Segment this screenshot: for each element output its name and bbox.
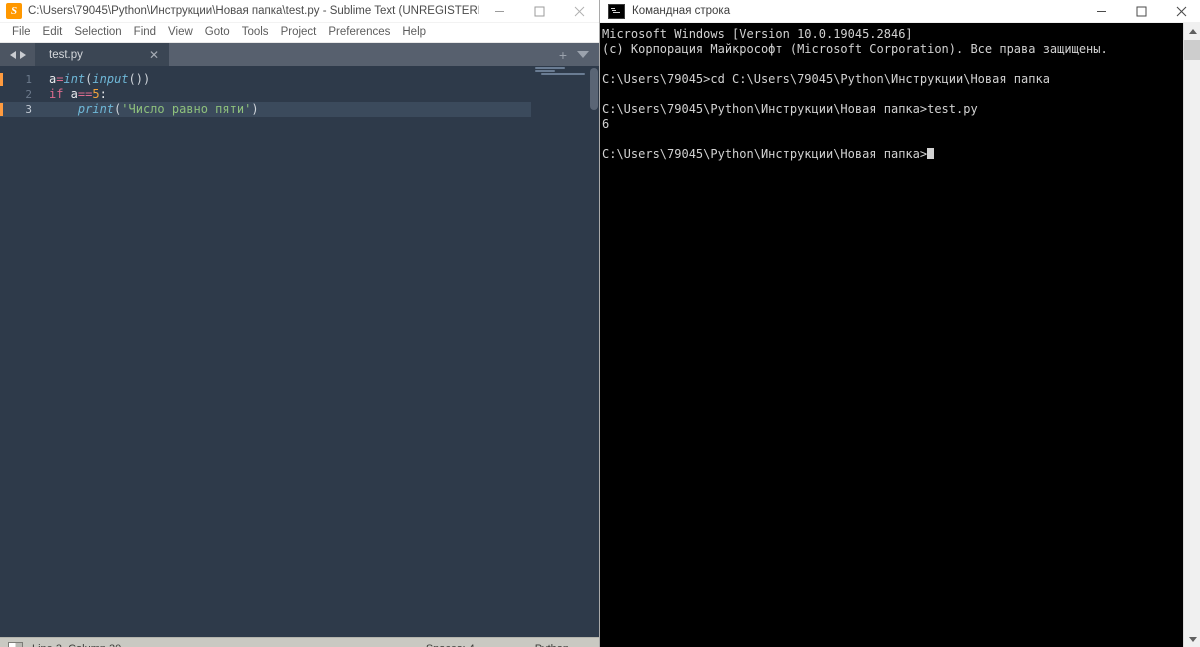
chevron-down-icon[interactable] [577, 51, 589, 58]
cmd-line [602, 87, 1183, 102]
menu-item-help[interactable]: Help [396, 23, 432, 42]
code-token: input [92, 72, 129, 86]
cmd-line: C:\Users\79045\Python\Инструкции\Новая п… [602, 102, 978, 116]
menu-item-find[interactable]: Find [128, 23, 162, 42]
tab-bar-actions: + [559, 43, 599, 66]
tab-test-py[interactable]: test.py ✕ [35, 43, 169, 66]
sublime-window-controls [479, 0, 599, 22]
editor-gutter: 1 2 3 [0, 66, 40, 637]
indentation-status[interactable]: Spaces: 4 [396, 643, 505, 647]
sublime-window-title: C:\Users\79045\Python\Инструкции\Новая п… [28, 5, 479, 17]
editor-minimap[interactable] [531, 66, 589, 637]
scroll-down-icon[interactable] [1184, 631, 1200, 647]
code-token: == [77, 87, 93, 101]
sublime-text-window: C:\Users\79045\Python\Инструкции\Новая п… [0, 0, 599, 647]
menu-item-edit[interactable]: Edit [37, 23, 69, 42]
menu-item-file[interactable]: File [6, 23, 37, 42]
editor-code-content[interactable]: a=int(input()) if a==5: print('Число рав… [40, 66, 599, 637]
cmd-body[interactable]: Microsoft Windows [Version 10.0.19045.28… [600, 23, 1200, 647]
cmd-scrollbar-thumb[interactable] [1184, 40, 1200, 60]
cmd-window-title: Командная строка [632, 5, 731, 17]
line-number-row: 2 [0, 87, 40, 102]
cmd-output-text[interactable]: Microsoft Windows [Version 10.0.19045.28… [600, 23, 1183, 647]
sublime-text-icon [6, 3, 22, 19]
sublime-menu-bar: File Edit Selection Find View Goto Tools… [0, 23, 599, 43]
sidebar-toggle-icon[interactable] [8, 641, 23, 647]
sublime-editor-area[interactable]: 1 2 3 a=int(input()) if a==5: print('Чис… [0, 66, 599, 637]
code-line-2: if a==5: [40, 87, 599, 102]
minimize-icon[interactable] [1081, 0, 1121, 22]
maximize-icon[interactable] [1121, 0, 1161, 22]
cmd-cursor [927, 148, 935, 159]
desktop-screen: C:\Users\79045\Python\Инструкции\Новая п… [0, 0, 1200, 647]
code-token: if [49, 87, 64, 101]
tab-prev-icon[interactable] [9, 50, 16, 59]
line-number-row-active: 3 [0, 102, 40, 117]
cmd-scrollbar[interactable] [1183, 23, 1200, 647]
code-token: ) [251, 102, 259, 116]
sublime-title-bar: C:\Users\79045\Python\Инструкции\Новая п… [0, 0, 599, 23]
code-line-3: print('Число равно пяти') [40, 102, 599, 117]
menu-item-goto[interactable]: Goto [199, 23, 236, 42]
gutter-marker-icon [0, 73, 3, 86]
menu-item-view[interactable]: View [162, 23, 199, 42]
minimap-line [535, 70, 555, 72]
menu-item-project[interactable]: Project [275, 23, 323, 42]
minimap-line [541, 73, 585, 75]
code-token: int [63, 72, 86, 86]
code-token: 5 [92, 87, 100, 101]
close-icon[interactable] [1161, 0, 1200, 22]
maximize-icon[interactable] [519, 0, 559, 22]
cmd-line [602, 132, 1183, 147]
code-token: : [99, 87, 107, 101]
command-prompt-window: Командная строка Microsoft Windows [Vers… [599, 0, 1200, 647]
console-icon [608, 3, 625, 19]
menu-item-tools[interactable]: Tools [236, 23, 275, 42]
line-number: 1 [25, 73, 32, 86]
cmd-line [602, 57, 1183, 72]
sublime-status-bar: Line 3, Column 30 Spaces: 4 Python [0, 637, 599, 647]
code-line-1: a=int(input()) [40, 72, 599, 87]
tab-close-icon[interactable]: ✕ [123, 49, 159, 61]
syntax-status[interactable]: Python [505, 643, 599, 647]
cmd-title-bar: Командная строка [600, 0, 1200, 23]
minimap-line [535, 67, 565, 69]
editor-scrollbar[interactable] [589, 66, 599, 637]
tab-bar-empty-space [169, 43, 559, 66]
tab-label: test.py [49, 48, 83, 61]
cmd-line: C:\Users\79045>cd C:\Users\79045\Python\… [602, 72, 1050, 86]
cursor-position-status: Line 3, Column 30 [32, 643, 121, 647]
status-bar-right: Spaces: 4 Python [396, 643, 599, 647]
code-token: 'Число равно пяти' [121, 102, 252, 116]
triangle-down-glyph [1188, 637, 1197, 642]
cmd-line: 6 [602, 117, 610, 131]
gutter-marker-icon [0, 103, 3, 116]
triangle-up-glyph [1188, 29, 1197, 34]
code-token: print [77, 102, 115, 116]
tab-next-icon[interactable] [19, 50, 26, 59]
minimize-icon[interactable] [479, 0, 519, 22]
tab-navigation-arrows[interactable] [0, 43, 35, 66]
close-icon[interactable] [559, 0, 599, 22]
cmd-window-controls [1081, 0, 1200, 22]
editor-scrollbar-thumb[interactable] [590, 68, 598, 110]
menu-item-preferences[interactable]: Preferences [322, 23, 396, 42]
scroll-up-icon[interactable] [1184, 23, 1200, 40]
cmd-prompt-text: C:\Users\79045\Python\Инструкции\Новая п… [602, 147, 928, 161]
sublime-tab-bar: test.py ✕ + [0, 43, 599, 66]
cmd-line: Microsoft Windows [Version 10.0.19045.28… [602, 27, 913, 41]
menu-item-selection[interactable]: Selection [68, 23, 127, 42]
new-tab-icon[interactable]: + [559, 48, 567, 62]
code-token: () [128, 72, 143, 86]
line-number: 3 [25, 103, 32, 116]
cmd-prompt-line: C:\Users\79045\Python\Инструкции\Новая п… [602, 147, 1183, 162]
cmd-line: (c) Корпорация Майкрософт (Microsoft Cor… [602, 42, 1108, 56]
line-number: 2 [25, 88, 32, 101]
code-token: a [63, 87, 78, 101]
code-token: ) [142, 72, 151, 86]
line-number-row: 1 [0, 72, 40, 87]
